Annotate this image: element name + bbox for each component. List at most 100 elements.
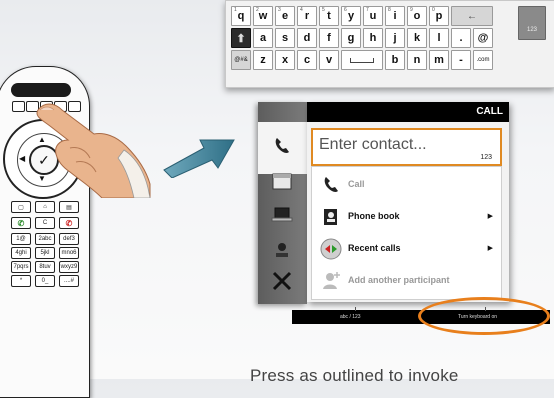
key-q[interactable]: 1q <box>231 6 251 26</box>
key-d[interactable]: d <box>297 28 317 48</box>
key-label: g <box>347 32 355 44</box>
keypad-key[interactable]: 1@ <box>11 233 31 245</box>
softkey-abc-123[interactable]: abc / 123 <box>340 314 361 320</box>
contact-input[interactable]: Enter contact... 123 <box>311 128 502 166</box>
key-a[interactable]: a <box>253 28 273 48</box>
remote-home-row: ▢ ⌂ ▤ <box>11 201 79 213</box>
directory-button[interactable]: ▢ <box>11 201 31 213</box>
symbol-key[interactable]: @#& <box>231 50 251 70</box>
keypad-key[interactable]: 8tuv <box>35 261 55 273</box>
laptop-icon[interactable] <box>268 204 296 226</box>
key-dash[interactable]: - <box>451 50 471 70</box>
key-m[interactable]: m <box>429 50 449 70</box>
keypad-key[interactable]: 5jkl <box>35 247 55 259</box>
key-sub-label: 0 <box>432 7 435 13</box>
backspace-key[interactable]: ← <box>451 6 493 26</box>
key-sub-label: 1 <box>234 7 237 13</box>
key-f[interactable]: f <box>319 28 339 48</box>
key-c[interactable]: c <box>297 50 317 70</box>
key-o[interactable]: 9o <box>407 6 427 26</box>
keypad-key[interactable]: mno6 <box>59 247 79 259</box>
key-x[interactable]: x <box>275 50 295 70</box>
key-t[interactable]: 5t <box>319 6 339 26</box>
keypad-key[interactable]: 0_ <box>35 275 55 287</box>
key-label: w <box>258 10 268 22</box>
clear-button[interactable]: C <box>35 217 55 229</box>
space-key[interactable] <box>341 50 383 70</box>
key-w[interactable]: 2w <box>253 6 273 26</box>
key-label: b <box>391 54 399 66</box>
menu-item-label: Add another participant <box>348 275 450 285</box>
key-z[interactable]: z <box>253 50 273 70</box>
menu-item-label: Call <box>348 179 365 189</box>
key-sub-label: 9 <box>410 7 413 13</box>
instruction-caption: Press as outlined to invoke <box>250 366 459 385</box>
highlight-oval <box>418 297 550 335</box>
menu-item-call[interactable]: Call <box>312 169 501 201</box>
key-label: q <box>237 10 245 22</box>
key-period[interactable]: . <box>451 28 471 48</box>
key-p[interactable]: 0p <box>429 6 449 26</box>
key-label: m <box>434 54 444 66</box>
add-participant-icon <box>320 270 342 292</box>
keypad-key[interactable]: 4ghi <box>11 247 31 259</box>
mode-key[interactable]: 123 <box>518 6 546 40</box>
key-label: @#& <box>234 57 248 63</box>
key-s[interactable]: s <box>275 28 295 48</box>
key-sub-label: 7 <box>366 7 369 13</box>
end-call-button[interactable]: ✆ <box>59 217 79 229</box>
key-label: t <box>327 10 331 22</box>
key-label: y <box>347 10 355 22</box>
camera-icon[interactable] <box>268 238 296 260</box>
shift-key[interactable]: ⬆ <box>231 28 251 48</box>
key-k[interactable]: k <box>407 28 427 48</box>
calendar-icon[interactable] <box>268 170 296 192</box>
key-label: @ <box>477 32 489 44</box>
key-j[interactable]: j <box>385 28 405 48</box>
recent-calls-icon <box>320 238 342 260</box>
key-at[interactable]: @ <box>473 28 493 48</box>
pointer-arrow-icon <box>163 139 235 178</box>
key-sub-label: 2 <box>256 7 259 13</box>
settings-tools-icon[interactable] <box>268 270 296 292</box>
layout-button[interactable]: ▤ <box>59 201 79 213</box>
menu-item-recent-calls[interactable]: Recent calls ▶ <box>312 233 501 265</box>
keypad-key[interactable]: wxyz9 <box>59 261 79 273</box>
key-sub-label: 4 <box>300 7 303 13</box>
keypad-row: * 0_ ....# <box>11 275 79 287</box>
softkey-tick <box>355 307 356 311</box>
call-button[interactable]: ✆ <box>11 217 31 229</box>
key-sub-label: 3 <box>278 7 281 13</box>
key-h[interactable]: h <box>363 28 383 48</box>
keypad-key[interactable]: * <box>11 275 31 287</box>
key-sub-label: 6 <box>344 7 347 13</box>
handset-icon <box>320 174 342 196</box>
key-i[interactable]: 8i <box>385 6 405 26</box>
phone-icon[interactable] <box>268 135 296 157</box>
keypad-key[interactable]: ....# <box>59 275 79 287</box>
key-label: c <box>303 54 311 66</box>
key-y[interactable]: 6y <box>341 6 361 26</box>
menu-item-add-participant[interactable]: Add another participant <box>312 265 501 297</box>
keypad-key[interactable]: 2abc <box>35 233 55 245</box>
key-g[interactable]: g <box>341 28 361 48</box>
key-label: o <box>413 10 421 22</box>
home-button[interactable]: ⌂ <box>35 201 55 213</box>
submenu-arrow-icon: ▶ <box>487 245 493 252</box>
keypad-key[interactable]: def3 <box>59 233 79 245</box>
key-label: . <box>459 32 463 44</box>
keyboard-row-1: 1 q 2 w 3 e 4 r 5 t 6 y 7 u 8 i 9 o 0 p ← <box>231 6 493 26</box>
key-n[interactable]: n <box>407 50 427 70</box>
menu-item-label: Phone book <box>348 211 400 221</box>
menu-item-phone-book[interactable]: Phone book ▶ <box>312 201 501 233</box>
key-e[interactable]: 3e <box>275 6 295 26</box>
key-label: ⬆ <box>236 32 246 45</box>
dotcom-key[interactable]: .com <box>473 50 493 70</box>
key-l[interactable]: l <box>429 28 449 48</box>
keypad-key[interactable]: 7pqrs <box>11 261 31 273</box>
key-u[interactable]: 7u <box>363 6 383 26</box>
key-r[interactable]: 4r <box>297 6 317 26</box>
key-v[interactable]: v <box>319 50 339 70</box>
key-b[interactable]: b <box>385 50 405 70</box>
key-sub-label: 5 <box>322 7 325 13</box>
